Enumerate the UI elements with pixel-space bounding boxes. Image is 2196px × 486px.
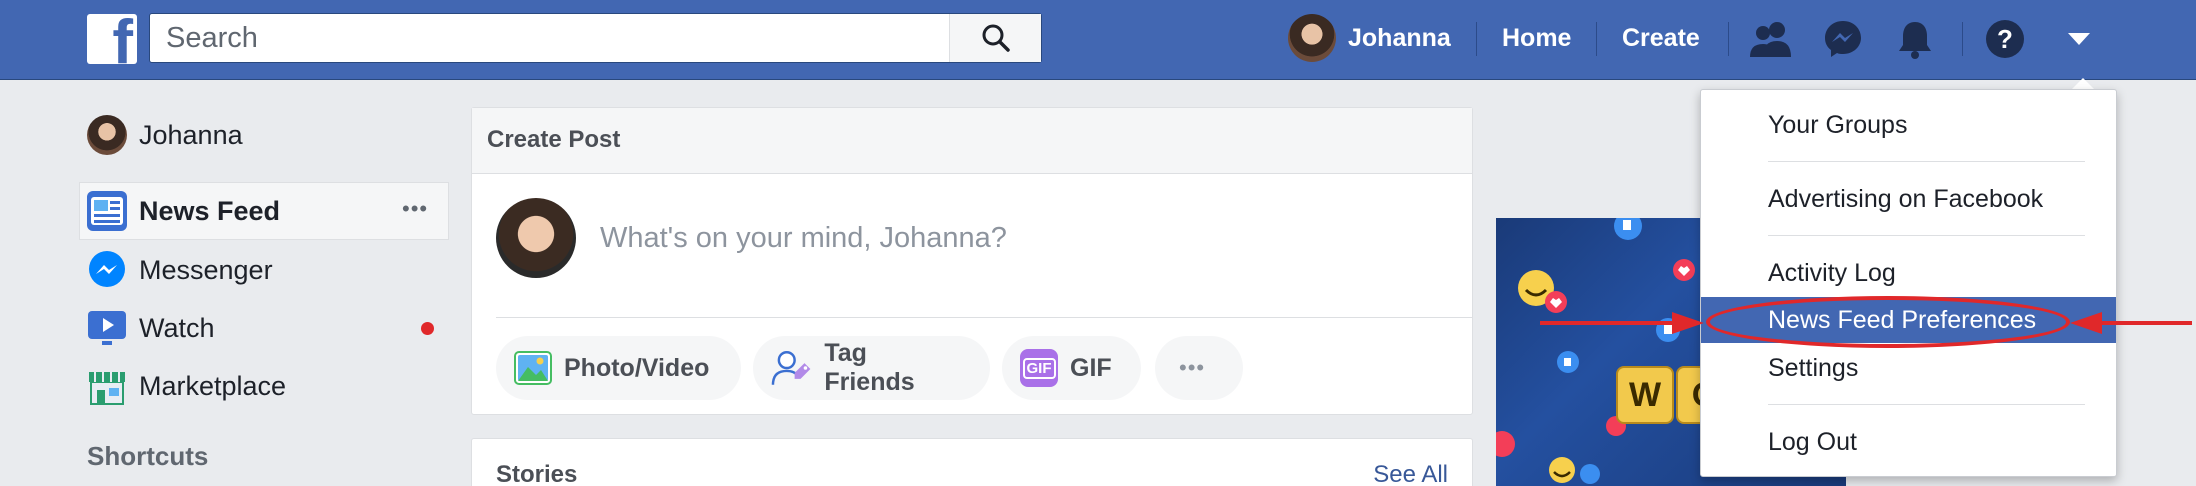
account-dropdown-menu: Your Groups Advertising on Facebook Acti… <box>1700 89 2117 477</box>
search-bar <box>149 13 1042 63</box>
post-composer-input[interactable]: What's on your mind, Johanna? <box>600 222 1007 255</box>
menu-divider <box>1768 235 2085 236</box>
menu-item-activity-log[interactable]: Activity Log <box>1701 250 2116 296</box>
watch-icon <box>87 308 127 348</box>
gif-icon: GIF <box>1020 349 1058 387</box>
create-post-title: Create Post <box>487 126 621 153</box>
more-options-button[interactable]: ••• <box>1155 336 1243 400</box>
nav-divider <box>1728 22 1729 56</box>
sidebar-item-label: Messenger <box>139 254 273 285</box>
sidebar-item-label: Marketplace <box>139 370 287 401</box>
photo-video-label: Photo/Video <box>564 353 710 382</box>
sidebar-item-watch[interactable]: Watch <box>87 303 215 353</box>
marketplace-icon <box>87 366 127 406</box>
annotation-arrow-right <box>1540 312 1704 334</box>
more-icon: ••• <box>1179 355 1206 380</box>
tag-friends-label: Tag Friends <box>824 339 915 396</box>
nav-profile-link[interactable]: Johanna <box>1288 13 1451 63</box>
friends-icon[interactable] <box>1748 16 1794 62</box>
search-icon <box>982 24 1010 52</box>
notifications-icon[interactable] <box>1892 16 1938 62</box>
sidebar-profile-link[interactable]: Johanna <box>87 110 243 160</box>
avatar <box>1288 14 1336 62</box>
sidebar-profile-name: Johanna <box>139 119 243 150</box>
menu-item-log-out[interactable]: Log Out <box>1701 419 2116 465</box>
sidebar-more-button[interactable]: ••• <box>402 196 428 222</box>
help-icon[interactable]: ? <box>1982 16 2028 62</box>
menu-item-your-groups[interactable]: Your Groups <box>1701 102 2116 148</box>
sidebar-item-marketplace[interactable]: Marketplace <box>87 361 286 411</box>
letter-tile: W <box>1616 366 1674 424</box>
menu-item-settings[interactable]: Settings <box>1701 345 2116 391</box>
nav-user-name: Johanna <box>1348 23 1451 52</box>
avatar <box>87 115 127 155</box>
nav-home-link[interactable]: Home <box>1502 24 1571 53</box>
account-menu-caret-icon[interactable] <box>2056 16 2102 62</box>
messenger-icon <box>87 250 127 290</box>
avatar <box>496 198 576 278</box>
sidebar-item-messenger[interactable]: Messenger <box>87 245 273 295</box>
photo-icon <box>514 351 552 385</box>
menu-divider <box>1768 161 2085 162</box>
stories-card: Stories See All <box>471 438 1473 486</box>
gif-button[interactable]: GIF GIF <box>1002 336 1141 400</box>
tag-friends-icon <box>771 351 811 385</box>
stories-title: Stories <box>496 461 578 486</box>
menu-divider <box>1768 404 2085 405</box>
sidebar-item-label: Watch <box>139 312 215 343</box>
see-all-link[interactable]: See All <box>1373 461 1448 486</box>
create-post-card: Create Post What's on your mind, Johanna… <box>471 107 1473 415</box>
top-navigation-bar: f Johanna Home Create <box>0 0 2196 80</box>
annotation-arrow-left <box>2070 312 2192 334</box>
sidebar-item-news-feed[interactable]: News Feed <box>87 186 280 236</box>
nav-create-link[interactable]: Create <box>1622 24 1700 53</box>
notification-dot <box>421 322 434 335</box>
nav-divider <box>1476 22 1477 56</box>
sidebar-item-label: News Feed <box>139 195 281 226</box>
menu-item-advertising[interactable]: Advertising on Facebook <box>1701 176 2116 222</box>
facebook-logo-letter: f <box>112 14 133 64</box>
tag-friends-button[interactable]: Tag Friends <box>753 336 990 400</box>
news-feed-icon <box>87 191 127 231</box>
photo-video-button[interactable]: Photo/Video <box>496 336 741 400</box>
annotation-highlight-ellipse <box>1706 296 2070 348</box>
gif-badge-text: GIF <box>1022 357 1056 379</box>
facebook-logo[interactable]: f <box>87 14 137 64</box>
svg-text:?: ? <box>1997 24 2013 54</box>
nav-divider <box>1962 22 1963 56</box>
search-input[interactable] <box>150 14 950 62</box>
nav-divider <box>1596 22 1597 56</box>
search-button[interactable] <box>949 14 1041 62</box>
messenger-icon[interactable] <box>1820 16 1866 62</box>
create-post-header: Create Post <box>472 108 1472 174</box>
gif-label: GIF <box>1070 353 1112 382</box>
shortcuts-heading: Shortcuts <box>87 441 209 471</box>
divider <box>496 317 1473 318</box>
